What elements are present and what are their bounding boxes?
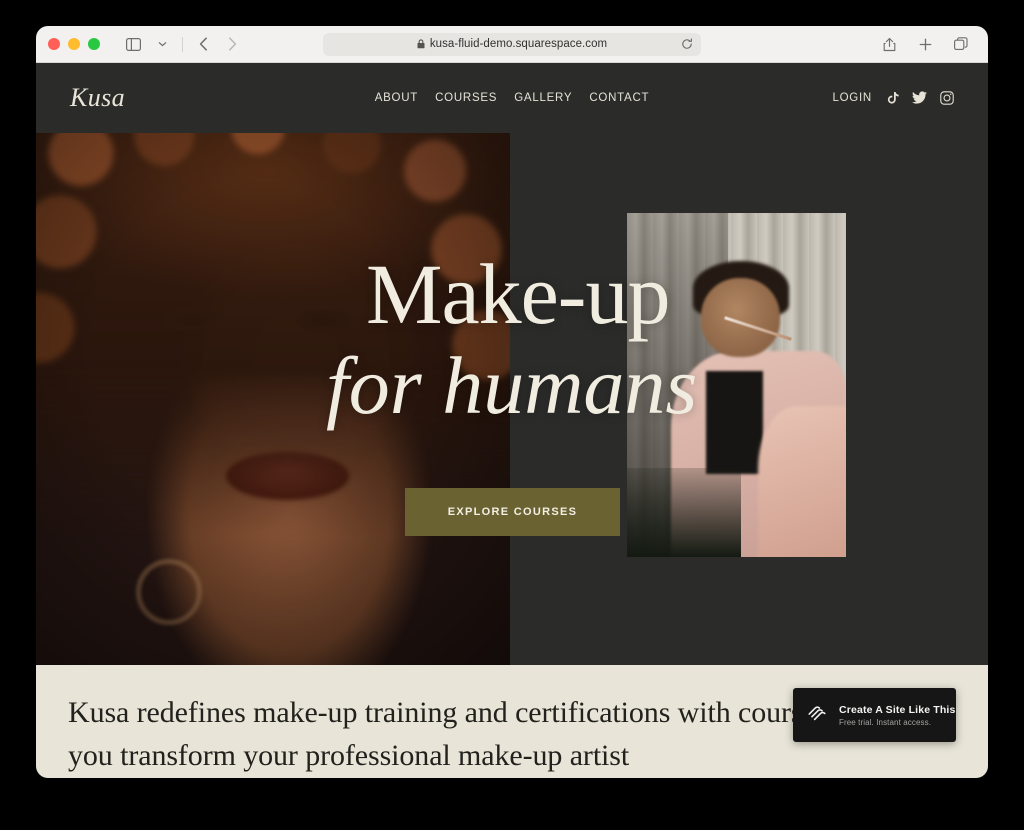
close-window-button[interactable]	[48, 38, 60, 50]
site-header: Kusa ABOUT COURSES GALLERY CONTACT LOGIN	[36, 63, 988, 133]
zoom-window-button[interactable]	[88, 38, 100, 50]
reload-icon[interactable]	[681, 38, 693, 50]
hero-right-foreground	[627, 467, 741, 557]
hero-image-right	[627, 213, 846, 557]
chevron-down-icon[interactable]	[149, 32, 175, 56]
header-right-group: LOGIN	[832, 91, 954, 105]
back-icon[interactable]	[190, 32, 216, 56]
lock-icon	[417, 39, 425, 49]
squarespace-badge-subtitle: Free trial. Instant access.	[839, 717, 932, 727]
address-bar-url: kusa-fluid-demo.squarespace.com	[429, 38, 608, 50]
squarespace-logo-icon	[806, 701, 829, 729]
instagram-icon[interactable]	[940, 91, 954, 105]
window-traffic-lights	[48, 38, 100, 50]
minimize-window-button[interactable]	[68, 38, 80, 50]
hero-right-face	[701, 278, 781, 358]
login-link[interactable]: LOGIN	[832, 92, 872, 104]
share-icon[interactable]	[876, 32, 902, 56]
squarespace-badge[interactable]: Create A Site Like This Free trial. Inst…	[793, 688, 956, 742]
brand-logo[interactable]: Kusa	[70, 83, 125, 113]
nav-item-gallery[interactable]: GALLERY	[514, 92, 572, 104]
toolbar-left-controls	[120, 32, 245, 56]
hero-right-arm	[758, 405, 846, 557]
hero-image-left	[36, 133, 510, 665]
explore-courses-button[interactable]: EXPLORE COURSES	[405, 488, 620, 536]
nav-item-about[interactable]: ABOUT	[375, 92, 418, 104]
website-viewport: Kusa ABOUT COURSES GALLERY CONTACT LOGIN	[36, 63, 988, 778]
browser-window: kusa-fluid-demo.squarespace.com Kusa ABO…	[36, 26, 988, 778]
squarespace-badge-text: Create A Site Like This Free trial. Inst…	[839, 704, 955, 727]
squarespace-badge-title: Create A Site Like This	[839, 703, 956, 716]
address-bar[interactable]: kusa-fluid-demo.squarespace.com	[323, 32, 701, 56]
nav-item-courses[interactable]: COURSES	[435, 92, 497, 104]
twitter-icon[interactable]	[912, 91, 927, 105]
explore-courses-label: EXPLORE COURSES	[447, 506, 578, 518]
sidebar-icon[interactable]	[120, 32, 146, 56]
primary-nav: ABOUT COURSES GALLERY CONTACT	[375, 92, 650, 104]
browser-toolbar: kusa-fluid-demo.squarespace.com	[36, 26, 988, 63]
toolbar-right-controls	[876, 32, 974, 56]
nav-item-contact[interactable]: CONTACT	[589, 92, 649, 104]
hero-right-top	[705, 371, 763, 475]
tabs-icon[interactable]	[948, 32, 974, 56]
plus-icon[interactable]	[912, 32, 938, 56]
hero-section: Make-up for humans EXPLORE COURSES	[36, 133, 988, 665]
forward-icon[interactable]	[219, 32, 245, 56]
hero-left-vignette	[36, 133, 510, 665]
tiktok-icon[interactable]	[885, 91, 899, 105]
toolbar-divider	[182, 36, 183, 52]
